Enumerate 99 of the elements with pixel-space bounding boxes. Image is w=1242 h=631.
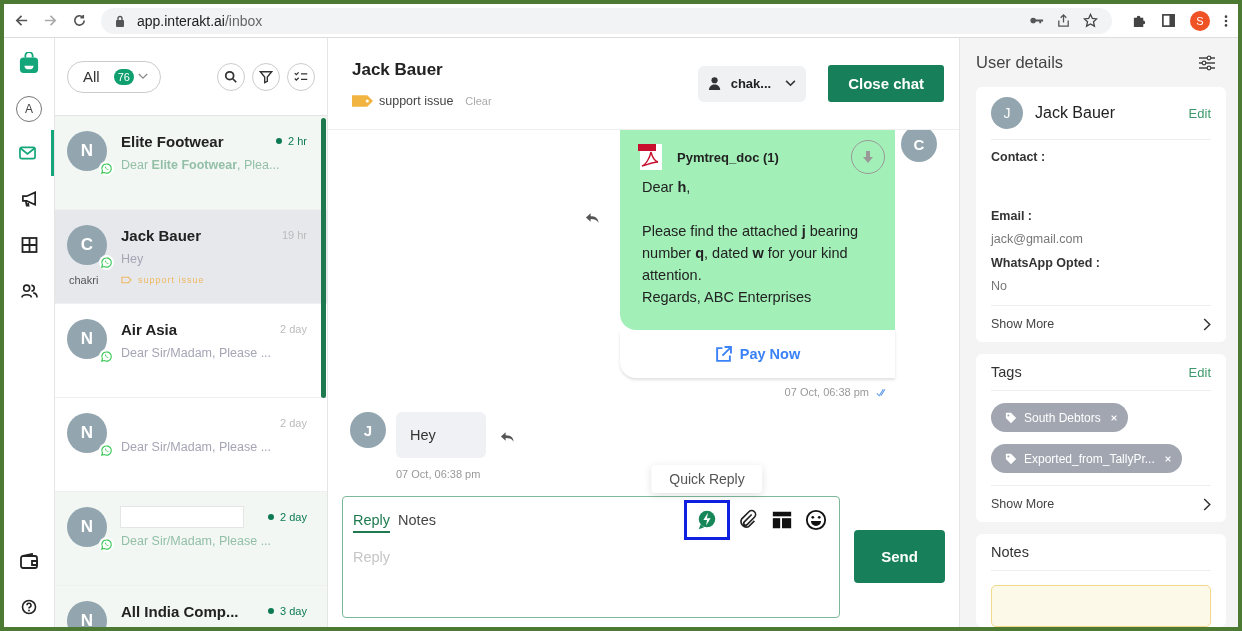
whatsapp-icon bbox=[99, 537, 114, 552]
pay-now-button[interactable]: Pay Now bbox=[620, 330, 895, 378]
contact-name: Jack Bauer bbox=[121, 226, 202, 244]
contact-avatar: N bbox=[67, 131, 107, 171]
chat-contact-name: Jack Bauer bbox=[352, 59, 444, 80]
message-preview: Dear Sir/Madam, Please ... bbox=[121, 346, 273, 360]
whatsapp-icon bbox=[99, 349, 114, 364]
field-value: jack@gmail.com bbox=[991, 232, 1084, 246]
side-panel-icon[interactable] bbox=[1161, 13, 1176, 28]
bag-logo-icon[interactable] bbox=[19, 52, 39, 74]
contact-avatar: N bbox=[67, 601, 107, 627]
file-name: Pymtreq_doc (1) bbox=[677, 149, 779, 165]
contact-avatar: N bbox=[67, 413, 107, 453]
whatsapp-icon bbox=[99, 161, 114, 176]
checklist-icon bbox=[294, 69, 308, 84]
contact-name: Jack Bauer bbox=[1035, 104, 1116, 122]
contact-avatar: N bbox=[67, 319, 107, 359]
count-badge: 76 bbox=[113, 68, 134, 85]
message-preview: Dear Elite Footwear, Plea... bbox=[121, 158, 281, 172]
contact-name: Elite Footwear bbox=[121, 132, 224, 150]
contact-name: All India Comp... bbox=[121, 602, 239, 620]
sender-avatar: J bbox=[350, 412, 386, 448]
star-icon[interactable] bbox=[1083, 13, 1098, 28]
user-icon bbox=[707, 76, 723, 91]
quick-reply-tooltip: Quick Reply bbox=[651, 465, 763, 493]
funnel-icon bbox=[259, 69, 273, 84]
chevron-right-icon bbox=[1203, 497, 1211, 511]
assignee-dropdown[interactable]: chak... bbox=[697, 65, 807, 102]
contact-avatar: N bbox=[67, 507, 107, 547]
conversation-time: 2 day bbox=[280, 511, 307, 523]
users-icon bbox=[20, 283, 38, 299]
kebab-menu-icon[interactable] bbox=[1224, 13, 1228, 28]
message-time: 07 Oct, 06:38 pm bbox=[396, 468, 482, 480]
card-title: Tags bbox=[991, 364, 1022, 380]
megaphone-icon bbox=[20, 191, 38, 207]
help-icon[interactable] bbox=[20, 599, 38, 615]
unread-dot bbox=[276, 138, 283, 144]
contact-avatar: J bbox=[991, 97, 1023, 129]
sender-avatar: C bbox=[901, 130, 937, 162]
back-icon[interactable] bbox=[14, 13, 29, 28]
message-preview: Dear Sir/Madam, Please ... bbox=[121, 440, 273, 454]
lock-icon bbox=[115, 14, 125, 27]
conversation-item[interactable]: N Elite Footwear 2 hr Dear Elite Footwear, Plea... bbox=[55, 116, 327, 210]
conversation-time: 3 day bbox=[280, 605, 307, 617]
composer-tab[interactable]: Notes bbox=[398, 507, 436, 533]
field-label: Email : bbox=[991, 209, 1033, 223]
contact-avatar: C bbox=[67, 225, 107, 265]
unread-dot bbox=[268, 608, 275, 614]
composer-tab[interactable]: Reply bbox=[353, 507, 391, 533]
reply-icon[interactable] bbox=[499, 431, 515, 443]
agent-name: chakri bbox=[69, 274, 99, 286]
conversation-time: 2 day bbox=[280, 417, 307, 429]
conversation-time: 2 day bbox=[280, 323, 307, 335]
unread-dot bbox=[268, 514, 275, 520]
download-icon bbox=[862, 150, 874, 164]
whatsapp-icon bbox=[99, 255, 114, 270]
message-text: Dear h, Please find the attached j bearing number q, dated w for your kind attention. Regards, ABC Enterprises bbox=[642, 178, 860, 307]
profile-avatar[interactable]: S bbox=[1190, 10, 1210, 31]
pdf-file-icon bbox=[637, 143, 665, 171]
share-icon[interactable] bbox=[1056, 13, 1071, 28]
address-bar[interactable]: app.interakt.ai/inbox bbox=[101, 7, 1112, 34]
message-bubble: Hey bbox=[396, 412, 486, 458]
tag-icon bbox=[1005, 452, 1017, 465]
url-text: app.interakt.ai/inbox bbox=[137, 11, 263, 30]
show-more-link[interactable]: Show More bbox=[991, 306, 1211, 342]
tag-icon bbox=[1005, 411, 1017, 424]
field-label: Contact : bbox=[991, 150, 1047, 164]
lightning-bolt-icon[interactable] bbox=[687, 503, 727, 537]
tag-label: support issue bbox=[379, 93, 454, 108]
chevron-right-icon bbox=[1203, 317, 1211, 331]
tag-label: support issue bbox=[138, 275, 205, 285]
conversation-time: 2 hr bbox=[288, 135, 307, 147]
whatsapp-icon bbox=[99, 443, 114, 458]
message-time: 07 Oct, 06:38 pm bbox=[784, 386, 869, 398]
chevron-down-icon bbox=[785, 80, 797, 87]
reload-icon[interactable] bbox=[72, 13, 87, 28]
field-label: WhatsApp Opted : bbox=[991, 256, 1101, 270]
field-value: No bbox=[991, 279, 1008, 293]
message-preview: Hey bbox=[121, 252, 145, 266]
conversation-item[interactable]: N All India Comp... 3 day bbox=[55, 586, 327, 627]
puzzle-icon[interactable] bbox=[1132, 13, 1147, 28]
message-preview: Dear Sir/Madam, Please ... bbox=[121, 534, 273, 548]
tag-icon bbox=[352, 94, 373, 107]
close-chat-button[interactable]: Close chat bbox=[828, 65, 944, 102]
contact-name: Air Asia bbox=[121, 320, 178, 338]
external-link-icon bbox=[714, 345, 732, 363]
chevron-down-icon bbox=[137, 73, 148, 80]
reply-icon[interactable] bbox=[585, 212, 600, 224]
conversation-item[interactable]: N 2 day Dear Sir/Madam, Please ... bbox=[55, 492, 327, 586]
tag-icon bbox=[121, 276, 132, 284]
card-title: Notes bbox=[991, 544, 1029, 560]
show-more-link[interactable]: Show More bbox=[991, 486, 1211, 522]
mail-icon bbox=[19, 145, 36, 161]
sliders-icon[interactable] bbox=[1198, 54, 1216, 71]
wallet-icon[interactable] bbox=[20, 553, 38, 569]
grid-icon bbox=[20, 237, 38, 253]
search-icon bbox=[224, 69, 238, 84]
panel-title: User details bbox=[976, 53, 1064, 72]
send-button[interactable]: Send bbox=[854, 530, 945, 583]
